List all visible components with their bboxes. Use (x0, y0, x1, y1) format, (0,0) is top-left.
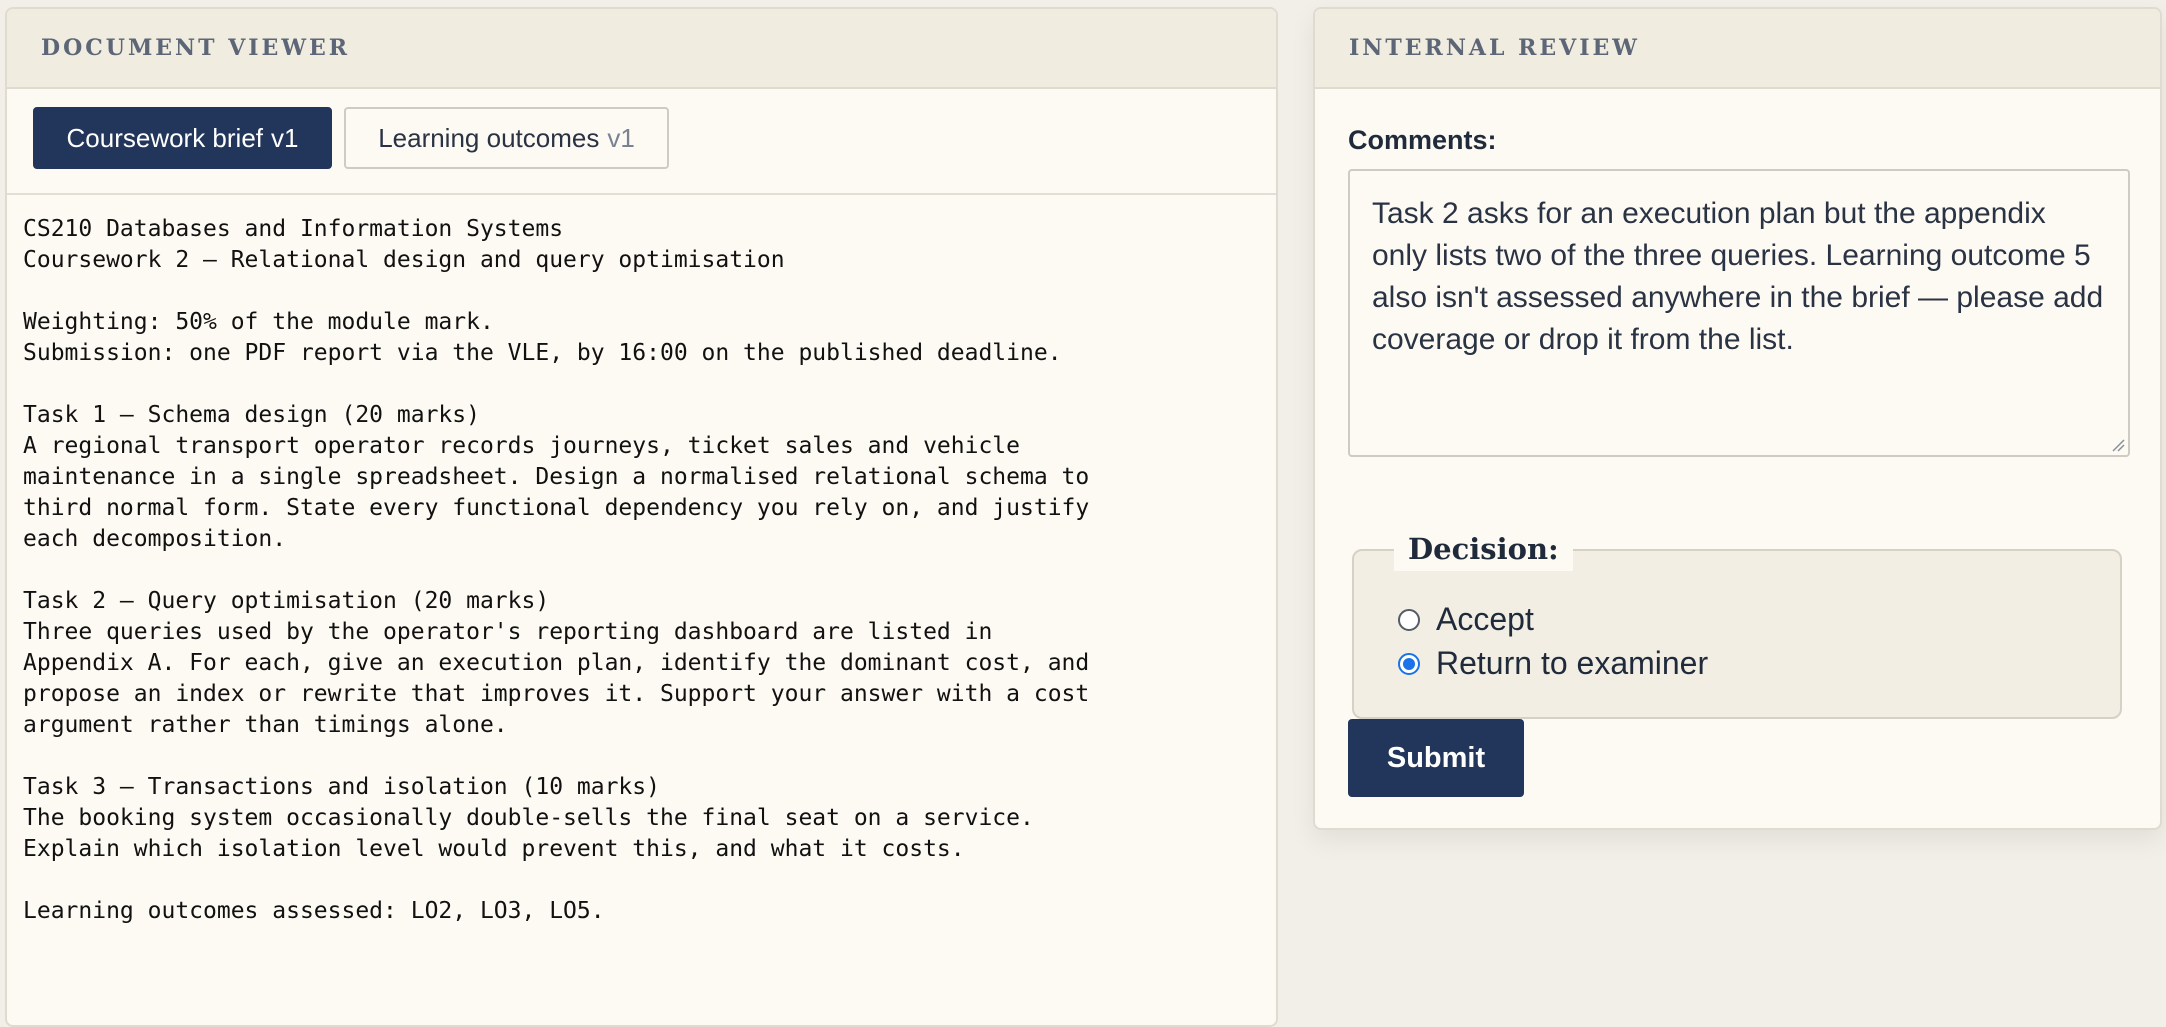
comments-textarea[interactable]: Task 2 asks for an execution plan but th… (1348, 169, 2130, 457)
decision-option-accept[interactable]: Accept (1398, 601, 1534, 638)
tab-label: Learning outcomes (378, 122, 600, 153)
tab-label: Coursework brief (66, 122, 264, 153)
document-viewer-panel: DOCUMENT VIEWER Coursework brief v1 Lear… (5, 7, 1278, 1027)
decision-fieldset: Decision: Accept Return to examiner (1352, 527, 2122, 719)
resize-grip-icon[interactable] (2111, 438, 2125, 452)
comments-text: Task 2 asks for an execution plan but th… (1372, 197, 2104, 356)
radio-label-return: Return to examiner (1436, 645, 1709, 681)
submit-button[interactable]: Submit (1348, 719, 1524, 797)
internal-review-panel: INTERNAL REVIEW Comments: Task 2 asks fo… (1313, 7, 2162, 830)
tab-coursework-brief[interactable]: Coursework brief v1 (33, 107, 332, 169)
decision-option-return[interactable]: Return to examiner (1398, 645, 1708, 682)
radio-return-to-examiner[interactable] (1398, 652, 1420, 675)
tab-learning-outcomes[interactable]: Learning outcomes v1 (344, 107, 669, 169)
radio-label-accept: Accept (1436, 601, 1534, 637)
comments-label: Comments: (1348, 125, 1497, 155)
internal-review-title: INTERNAL REVIEW (1315, 9, 2160, 89)
tab-version: v1 (607, 122, 635, 153)
tab-version: v1 (271, 122, 299, 153)
document-content: CS210 Databases and Information Systems … (23, 216, 1090, 924)
decision-legend: Decision: (1394, 527, 1573, 571)
document-viewer-title: DOCUMENT VIEWER (7, 9, 1276, 89)
radio-accept[interactable] (1398, 608, 1420, 631)
document-tab-bar: Coursework brief v1 Learning outcomes v1 (7, 89, 1276, 195)
